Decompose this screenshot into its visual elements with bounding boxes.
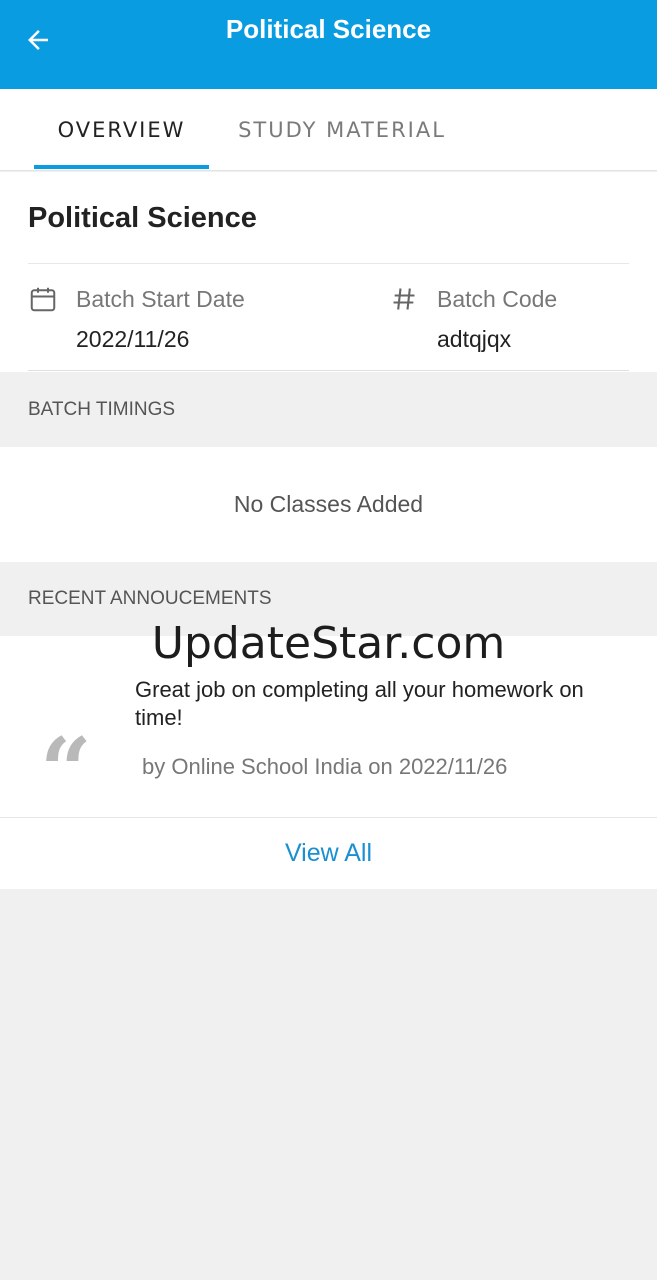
tab-overview[interactable]: OVERVIEW [34, 89, 209, 171]
tab-bar: OVERVIEW STUDY MATERIAL [0, 89, 657, 171]
calendar-icon [30, 287, 56, 312]
divider [28, 263, 629, 264]
batch-code-value: adtqjqx [437, 326, 512, 352]
quote-icon: “ [40, 718, 92, 824]
batch-timings-empty: No Classes Added [0, 447, 657, 562]
tab-indicator [34, 165, 209, 169]
course-title: Political Science [28, 202, 257, 234]
overview-card: Political Science Batch Start Date 2022/… [0, 172, 657, 372]
announcement-card: “ Great job on completing all your homew… [0, 636, 657, 889]
tab-study-material[interactable]: STUDY MATERIAL [218, 89, 466, 171]
announcement-meta: by Online School India on 2022/11/26 [142, 754, 508, 779]
view-all-button[interactable]: View All [0, 818, 657, 889]
batch-start-value: 2022/11/26 [76, 326, 190, 352]
watermark: UpdateStar.com [151, 618, 506, 669]
hash-icon [393, 288, 415, 310]
page-title: Political Science [225, 14, 432, 44]
batch-code-label: Batch Code [437, 286, 558, 312]
batch-start-label: Batch Start Date [76, 286, 245, 312]
empty-state-text: No Classes Added [233, 491, 424, 517]
announcement-text: Great job on completing all your homewor… [135, 677, 584, 730]
batch-timings-header: BATCH TIMINGS [0, 372, 657, 447]
divider [28, 370, 629, 371]
app-bar: Political Science [0, 0, 657, 89]
